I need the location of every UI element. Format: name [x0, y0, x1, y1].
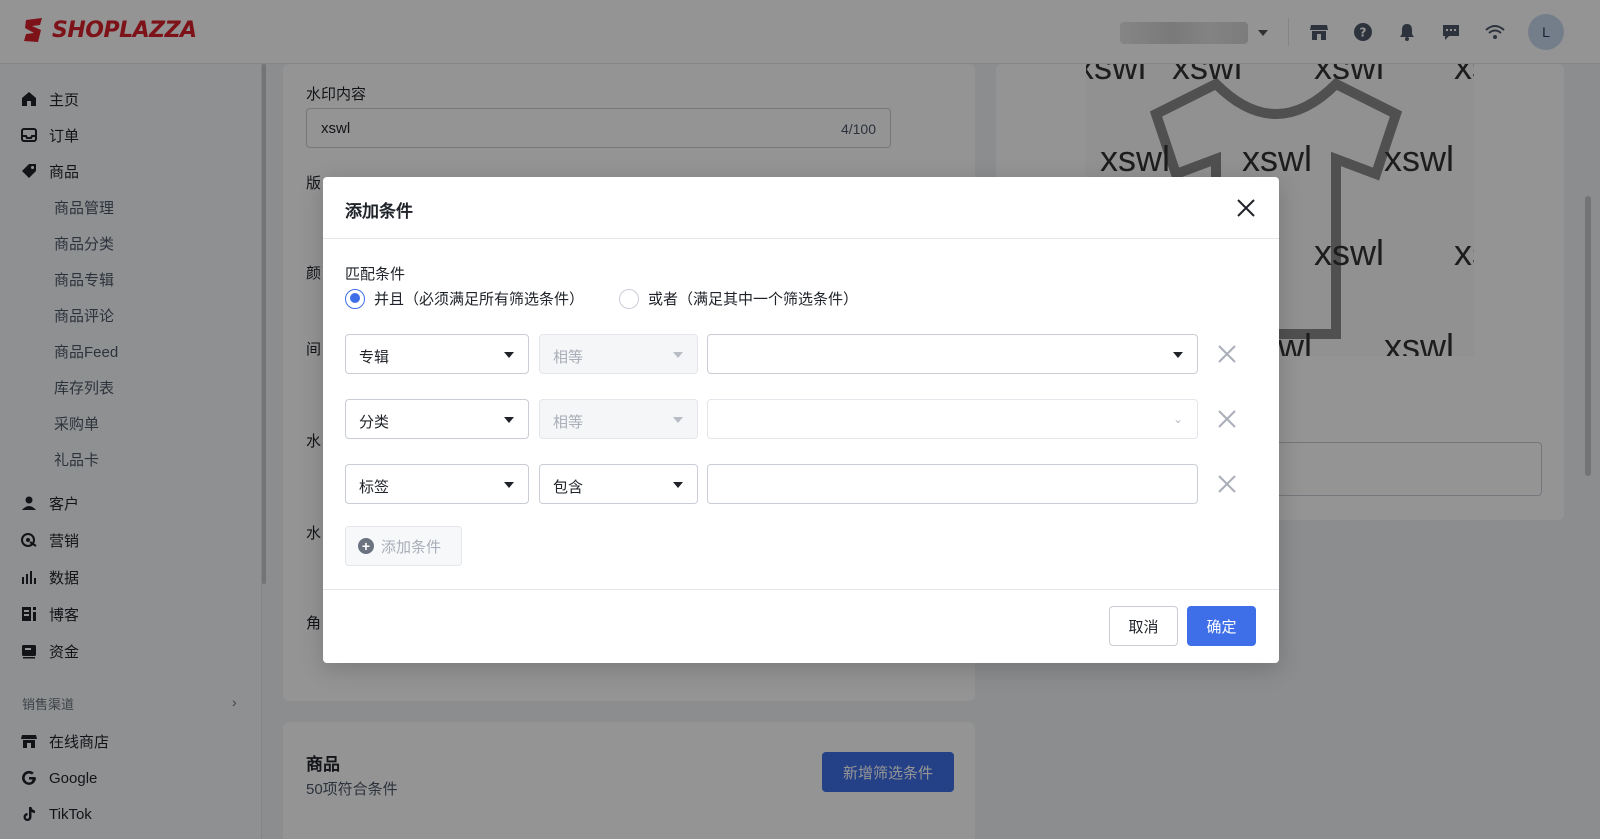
caret-down-icon — [1173, 352, 1183, 358]
condition-value-input[interactable] — [707, 464, 1198, 504]
radio-or[interactable]: 或者（满足其中一个筛选条件） — [619, 288, 858, 309]
caret-down-icon — [504, 352, 514, 358]
remove-condition-icon[interactable] — [1215, 472, 1239, 496]
selected-value: 标签 — [359, 479, 390, 496]
radio-button-unchecked[interactable] — [619, 288, 639, 309]
selected-value: 相等 — [553, 349, 584, 366]
dialog-header: 添加条件 — [323, 177, 1279, 239]
close-icon[interactable] — [1235, 197, 1257, 219]
remove-condition-icon[interactable] — [1215, 407, 1239, 431]
add-condition-button[interactable]: + 添加条件 — [345, 526, 462, 566]
radio-or-label: 或者（满足其中一个筛选条件） — [648, 291, 859, 308]
remove-condition-icon[interactable] — [1215, 342, 1239, 366]
cancel-button[interactable]: 取消 — [1109, 606, 1178, 646]
caret-down-icon — [673, 482, 683, 488]
condition-operator-select: 相等 — [539, 334, 698, 374]
condition-operator-select: 相等 — [539, 399, 698, 439]
selected-value: 专辑 — [359, 349, 390, 366]
condition-field-select[interactable]: 分类 — [345, 399, 529, 439]
confirm-button[interactable]: 确定 — [1187, 606, 1256, 646]
selected-value: 相等 — [553, 414, 584, 431]
add-condition-label: 添加条件 — [381, 538, 442, 556]
radio-and[interactable]: 并且（必须满足所有筛选条件） — [345, 288, 584, 309]
condition-field-select[interactable]: 标签 — [345, 464, 529, 504]
condition-value-select[interactable]: ⌄ — [707, 399, 1198, 439]
chevron-down-icon: ⌄ — [1172, 412, 1183, 426]
condition-field-select[interactable]: 专辑 — [345, 334, 529, 374]
condition-operator-select[interactable]: 包含 — [539, 464, 698, 504]
radio-button-checked[interactable] — [345, 288, 365, 309]
selected-value: 包含 — [553, 479, 584, 496]
plus-circle-icon: + — [358, 538, 374, 554]
match-condition-label: 匹配条件 — [345, 266, 406, 283]
caret-down-icon — [673, 352, 683, 358]
caret-down-icon — [504, 482, 514, 488]
add-condition-dialog: 添加条件 匹配条件 并且（必须满足所有筛选条件） 或者（满足其中一个筛选条件） … — [323, 177, 1279, 663]
caret-down-icon — [673, 417, 683, 423]
dialog-title: 添加条件 — [345, 202, 413, 221]
selected-value: 分类 — [359, 414, 390, 431]
caret-down-icon — [504, 417, 514, 423]
radio-and-label: 并且（必须满足所有筛选条件） — [374, 291, 585, 308]
condition-value-select[interactable] — [707, 334, 1198, 374]
